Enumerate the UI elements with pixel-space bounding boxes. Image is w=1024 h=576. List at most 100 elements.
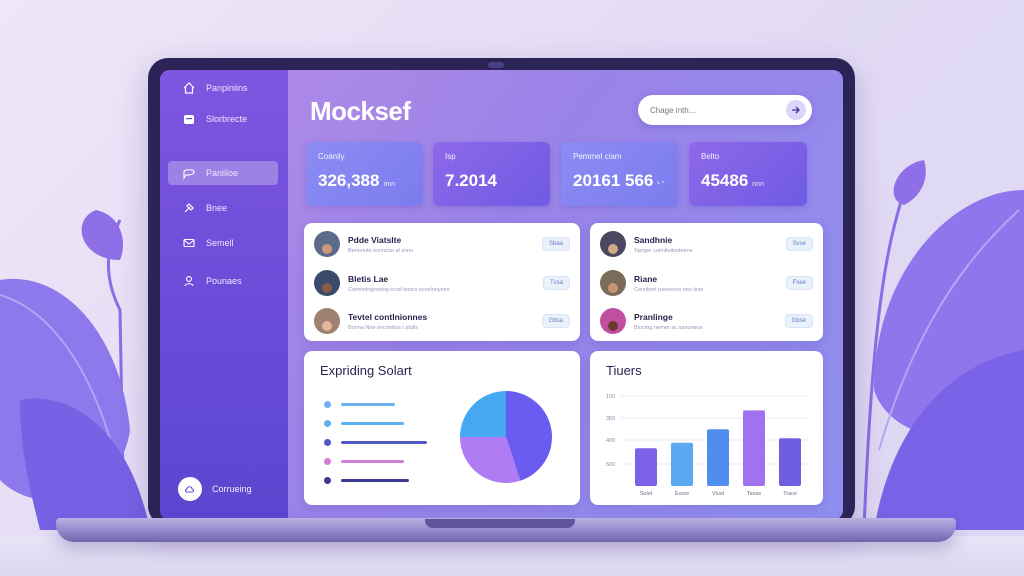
sidebar-item-messages[interactable]: Paniiloe <box>168 161 278 185</box>
sidebar-item-label: Pounaes <box>206 276 242 286</box>
stat-card[interactable]: Belto 45486 nnn <box>689 142 807 206</box>
sidebar-item-label: Bnee <box>206 203 228 213</box>
search-bar[interactable] <box>638 95 812 125</box>
app-title: Mocksef <box>310 96 411 126</box>
legend-dot <box>324 458 331 465</box>
chat-icon <box>183 169 195 180</box>
legend-dot <box>324 477 331 484</box>
person-subtitle: Bloctng nerner ac sanuneoe <box>634 324 703 331</box>
bar[interactable] <box>743 410 765 486</box>
sidebar-item-mail[interactable]: Semell <box>168 231 278 255</box>
status-badge[interactable]: Fsee <box>785 276 813 290</box>
floor <box>0 536 1024 576</box>
sidebar-footer-label: Corrueing <box>212 484 252 494</box>
status-badge[interactable]: Gbsa <box>541 314 570 328</box>
people-list-card: Pdde Viatslte Benonuto esnnzoo al snno Sb… <box>304 223 580 341</box>
person-name: Pdde Viatslte <box>348 234 402 245</box>
y-tick-label: 400 <box>606 438 615 444</box>
avatar <box>600 270 626 296</box>
list-item[interactable]: Bletis Lae Cormmingreeing ecsd tewcs ecce… <box>314 268 570 298</box>
pie-chart <box>460 391 552 483</box>
legend-bar <box>341 422 404 425</box>
legend-dot <box>324 401 331 408</box>
pie-slice[interactable] <box>460 391 506 437</box>
x-tick-label: Trace <box>783 491 797 497</box>
stat-value: 7.2014 <box>445 171 497 190</box>
sidebar-item-home[interactable]: Panpiniins <box>168 76 278 100</box>
sidebar-item-label: Panpiniins <box>206 83 248 93</box>
x-tick-label: Solet <box>640 491 653 497</box>
list-item[interactable]: Pranlinge Bloctng nerner ac sanuneoe Gbse <box>600 306 813 336</box>
list-item[interactable]: Tevtel contlnionnes Bonna Nne oncnobos t … <box>314 306 570 336</box>
status-badge[interactable]: Tvsa <box>542 276 570 290</box>
status-badge[interactable]: Gbse <box>784 314 813 328</box>
person-name: Pranlinge <box>634 311 673 322</box>
sidebar-item-label: Semell <box>206 238 234 248</box>
person-name: Riane <box>634 273 658 284</box>
cloud-icon <box>178 477 202 501</box>
stat-value: 45486 <box>701 171 749 190</box>
y-tick-label: 350 <box>606 416 615 422</box>
arrow-right-icon <box>792 106 800 114</box>
legend-item <box>324 477 409 484</box>
legend-item <box>324 420 404 427</box>
bar[interactable] <box>779 438 801 486</box>
search-input[interactable] <box>650 105 770 115</box>
sidebar-item-folder[interactable]: Slorbrecte <box>168 107 278 131</box>
plant-decoration-left <box>0 210 150 530</box>
bar[interactable] <box>635 448 657 486</box>
plant-decoration-right <box>862 160 1024 530</box>
avatar <box>600 231 626 257</box>
sidebar-item-people[interactable]: Pounaes <box>168 269 278 293</box>
person-name: Sandhnie <box>634 234 673 245</box>
legend-dot <box>324 420 331 427</box>
legend-bar <box>341 460 404 463</box>
legend-item <box>324 401 395 408</box>
list-item[interactable]: Riane Cennbert peeneurs ono lese Fsee <box>600 268 813 298</box>
person-icon <box>184 276 194 287</box>
stat-card[interactable]: Coanily 326,388 nnn <box>306 142 423 206</box>
legend-bar <box>341 441 427 444</box>
stat-value: 20161 566 <box>573 171 654 190</box>
person-subtitle: Spnger celmiletinstnene <box>634 247 693 254</box>
spending-chart-card: Expriding Solart <box>304 351 580 505</box>
person-name: Bletis Lae <box>348 273 389 284</box>
list-item[interactable]: Pdde Viatslte Benonuto esnnzoo al snno Sb… <box>314 229 570 259</box>
person-subtitle: Cormmingreeing ecsd tewcs eccelnnyees <box>348 286 450 293</box>
bar[interactable] <box>671 442 693 486</box>
x-tick-label: Tseas <box>747 491 762 497</box>
sidebar: Panpiniins Slorbrecte Paniiloe Bnee Seme… <box>160 70 288 520</box>
sidebar-item-tools[interactable]: Bnee <box>168 196 278 220</box>
tiers-chart-card: Tiuers 100 350 400 500 Solet Eucre Vlust Tseas T… <box>590 351 823 505</box>
bar-chart: 100 350 400 500 Solet Eucre Vlust Tseas Trace <box>606 394 808 497</box>
stat-label: Pemmel ciam <box>573 152 622 161</box>
legend-bar <box>341 479 409 482</box>
webcam <box>488 62 504 68</box>
bar[interactable] <box>707 429 729 486</box>
avatar <box>314 308 340 334</box>
person-subtitle: Bonna Nne oncnobos t stalls <box>348 324 419 331</box>
avatar <box>600 308 626 334</box>
legend-dot <box>324 439 331 446</box>
person-name: Tevtel contlnionnes <box>348 311 428 322</box>
mail-icon <box>183 238 195 248</box>
sidebar-footer-button[interactable]: Corrueing <box>178 477 252 501</box>
stat-unit: ¹ ° <box>657 181 665 188</box>
person-subtitle: Benonuto esnnzoo al snno <box>348 247 414 254</box>
legend-item <box>324 439 427 446</box>
list-item[interactable]: Sandhnie Spnger celmiletinstnene Svse <box>600 229 813 259</box>
stat-card[interactable]: Pemmel ciam 20161 566 ¹ ° <box>561 142 678 206</box>
x-tick-label: Eucre <box>675 491 689 497</box>
sidebar-item-label: Paniiloe <box>206 168 239 178</box>
legend-item <box>324 458 404 465</box>
status-badge[interactable]: Svse <box>785 237 813 251</box>
stat-label: Isp <box>445 152 456 161</box>
status-badge[interactable]: Sbaa <box>541 237 570 251</box>
stat-unit: nnn <box>383 181 396 188</box>
search-submit-button[interactable] <box>786 100 806 120</box>
avatar <box>314 270 340 296</box>
stat-card[interactable]: Isp 7.2014 <box>433 142 550 206</box>
folder-icon <box>184 115 194 124</box>
person-subtitle: Cennbert peeneurs ono lese <box>634 286 704 293</box>
hammer-icon <box>184 203 194 213</box>
